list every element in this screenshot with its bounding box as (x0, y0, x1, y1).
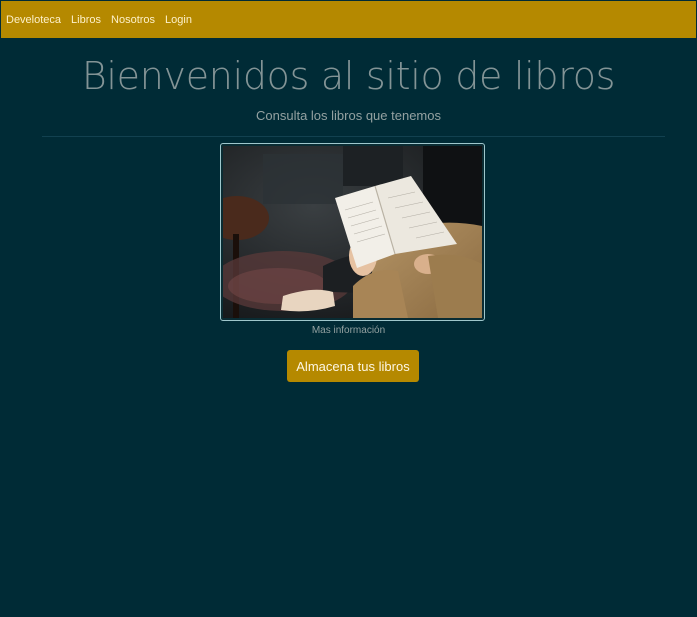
page-title: Bienvenidos al sitio de libros (81, 54, 616, 98)
reading-photo (223, 146, 482, 318)
nav-link-login[interactable]: Login (165, 14, 192, 26)
top-navbar: Develoteca Libros Nosotros Login (1, 1, 696, 38)
divider (42, 136, 665, 137)
more-info-link[interactable]: Mas información (0, 325, 697, 336)
page-subtitle: Consulta los libros que tenemos (256, 108, 441, 123)
nav-link-libros[interactable]: Libros (71, 14, 101, 26)
store-books-button[interactable]: Almacena tus libros (287, 350, 419, 382)
reading-book-image (220, 143, 485, 321)
navbar-brand[interactable]: Develoteca (6, 14, 61, 26)
nav-link-nosotros[interactable]: Nosotros (111, 14, 155, 26)
